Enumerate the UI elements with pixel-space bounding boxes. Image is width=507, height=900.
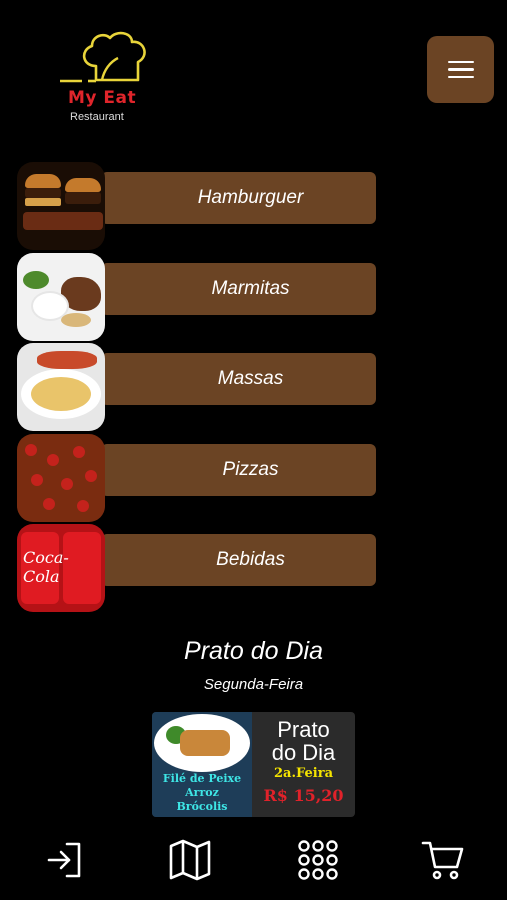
- category-label[interactable]: Hamburguer: [101, 172, 376, 224]
- prato-do-dia-items: Filé de Peixe Arroz Brócolis: [162, 772, 242, 813]
- logo-name: My Eat: [68, 88, 137, 108]
- prato-do-dia-photo: Filé de Peixe Arroz Brócolis: [152, 712, 252, 817]
- marmita-photo[interactable]: [17, 253, 105, 341]
- bottom-nav: [0, 830, 507, 892]
- menu-grid-button[interactable]: [288, 830, 348, 890]
- coca-cola-brand-text: Coca-Cola: [23, 548, 69, 586]
- coca-cola-photo[interactable]: Coca-Cola: [17, 524, 105, 612]
- prato-do-dia-card[interactable]: Filé de Peixe Arroz Brócolis Prato do Di…: [152, 712, 355, 817]
- category-massas[interactable]: Massas: [17, 343, 377, 441]
- chef-hat-icon: [60, 31, 146, 83]
- category-hamburguer[interactable]: Hamburguer: [17, 162, 377, 260]
- category-marmitas[interactable]: Marmitas: [17, 253, 377, 351]
- pasta-photo[interactable]: [17, 343, 105, 431]
- prato-do-dia-card-day: 2a.Feira: [274, 766, 333, 781]
- prato-do-dia-card-title: Prato do Dia: [271, 717, 336, 765]
- category-label[interactable]: Bebidas: [101, 534, 376, 586]
- category-label[interactable]: Pizzas: [101, 444, 376, 496]
- login-button[interactable]: [35, 830, 95, 890]
- category-bebidas[interactable]: Bebidas Coca-Cola: [17, 524, 377, 622]
- grid-icon: [298, 840, 338, 880]
- cart-icon: [421, 841, 464, 880]
- login-icon: [47, 842, 81, 878]
- menu-button[interactable]: [427, 36, 494, 103]
- map-icon: [169, 839, 211, 881]
- category-pizzas[interactable]: Pizzas: [17, 434, 377, 532]
- hamburger-photo[interactable]: [17, 162, 105, 250]
- prato-do-dia-info: Prato do Dia 2a.Feira R$ 15,20: [252, 712, 355, 817]
- cart-button[interactable]: [413, 830, 473, 890]
- category-label[interactable]: Marmitas: [101, 263, 376, 315]
- pizza-photo[interactable]: [17, 434, 105, 522]
- prato-do-dia-price: R$ 15,20: [263, 786, 344, 805]
- logo-subtitle: Restaurant: [70, 111, 124, 123]
- logo: My Eat Restaurant: [52, 28, 162, 128]
- hamburger-menu-icon: [447, 60, 474, 64]
- category-label[interactable]: Massas: [101, 353, 376, 405]
- map-button[interactable]: [160, 830, 220, 890]
- prato-do-dia-day: Segunda-Feira: [203, 676, 304, 693]
- prato-do-dia-title: Prato do Dia: [184, 637, 323, 665]
